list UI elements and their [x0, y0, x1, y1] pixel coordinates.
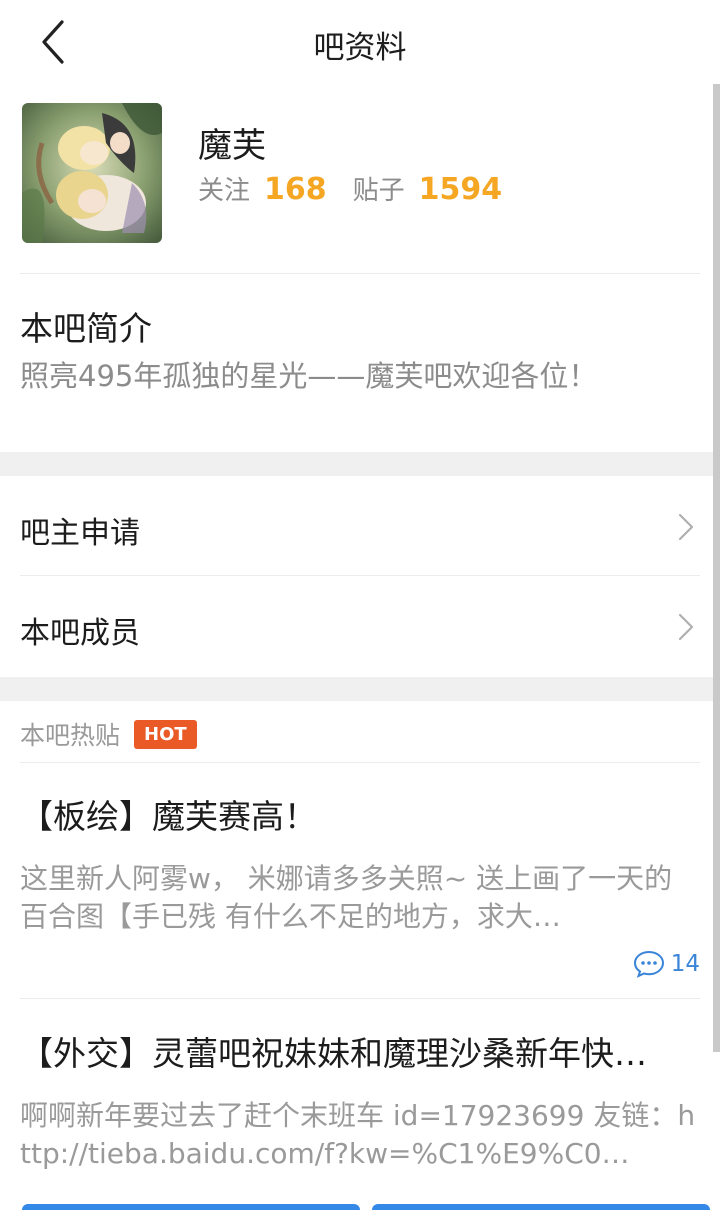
chevron-right-icon: [678, 513, 694, 541]
divider: [20, 762, 700, 763]
hot-posts-header: 本吧热贴 HOT: [20, 716, 197, 752]
post-title: 【外交】灵蕾吧祝妹妹和魔理沙桑新年快…: [20, 1034, 647, 1073]
posts-count: 1594: [418, 172, 503, 207]
chevron-right-icon: [678, 613, 694, 641]
post-excerpt: 这里新人阿雾w， 米娜请多多关照~ 送上画了一天的百合图【手已残 有什么不足的地…: [20, 862, 673, 933]
post-excerpt: 啊啊新年要过去了赶个末班车 id=17923699 友链：http://tieb…: [20, 1099, 696, 1170]
hot-post-item[interactable]: 【外交】灵蕾吧祝妹妹和魔理沙桑新年快… 啊啊新年要过去了赶个末班车 id=179…: [20, 1027, 700, 1197]
section-gap: [0, 452, 713, 476]
divider: [20, 998, 700, 999]
comment-icon: [633, 950, 664, 978]
menu-item-label: 吧主申请: [20, 516, 140, 551]
comment-count[interactable]: 14: [633, 950, 700, 978]
intro-text: 照亮495年孤独的星光——魔芙吧欢迎各位！: [20, 359, 598, 393]
hot-posts-title: 本吧热贴: [20, 721, 121, 750]
follow-count: 168: [264, 172, 327, 207]
menu-item-members[interactable]: 本吧成员: [0, 576, 713, 676]
intro-title: 本吧简介: [20, 309, 152, 348]
menu-item-moderator-apply[interactable]: 吧主申请: [0, 476, 713, 576]
bottom-action-button[interactable]: [372, 1204, 710, 1210]
hot-badge: HOT: [134, 719, 197, 749]
bar-stats: 关注 168 贴子 1594: [198, 170, 528, 207]
scrollbar[interactable]: [713, 84, 720, 1052]
section-gap: [0, 677, 713, 701]
comment-count-value: 14: [670, 951, 700, 977]
hot-post-item[interactable]: 【板绘】魔芙赛高！ 这里新人阿雾w， 米娜请多多关照~ 送上画了一天的百合图【手…: [20, 790, 700, 990]
bar-info-page: 吧资料 魔芙 关注 168 贴子 1594 本吧简介 照亮495年孤独的星光——…: [0, 0, 720, 1210]
follow-label: 关注: [198, 176, 251, 206]
divider: [20, 273, 700, 274]
post-title: 【板绘】魔芙赛高！: [20, 797, 317, 836]
top-bar: 吧资料: [0, 0, 720, 84]
posts-label: 贴子: [352, 176, 405, 206]
bar-avatar: [22, 103, 162, 243]
page-title: 吧资料: [313, 30, 407, 66]
bottom-action-button[interactable]: [22, 1204, 360, 1210]
bar-name: 魔芙: [198, 126, 266, 166]
menu-item-label: 本吧成员: [20, 616, 140, 651]
